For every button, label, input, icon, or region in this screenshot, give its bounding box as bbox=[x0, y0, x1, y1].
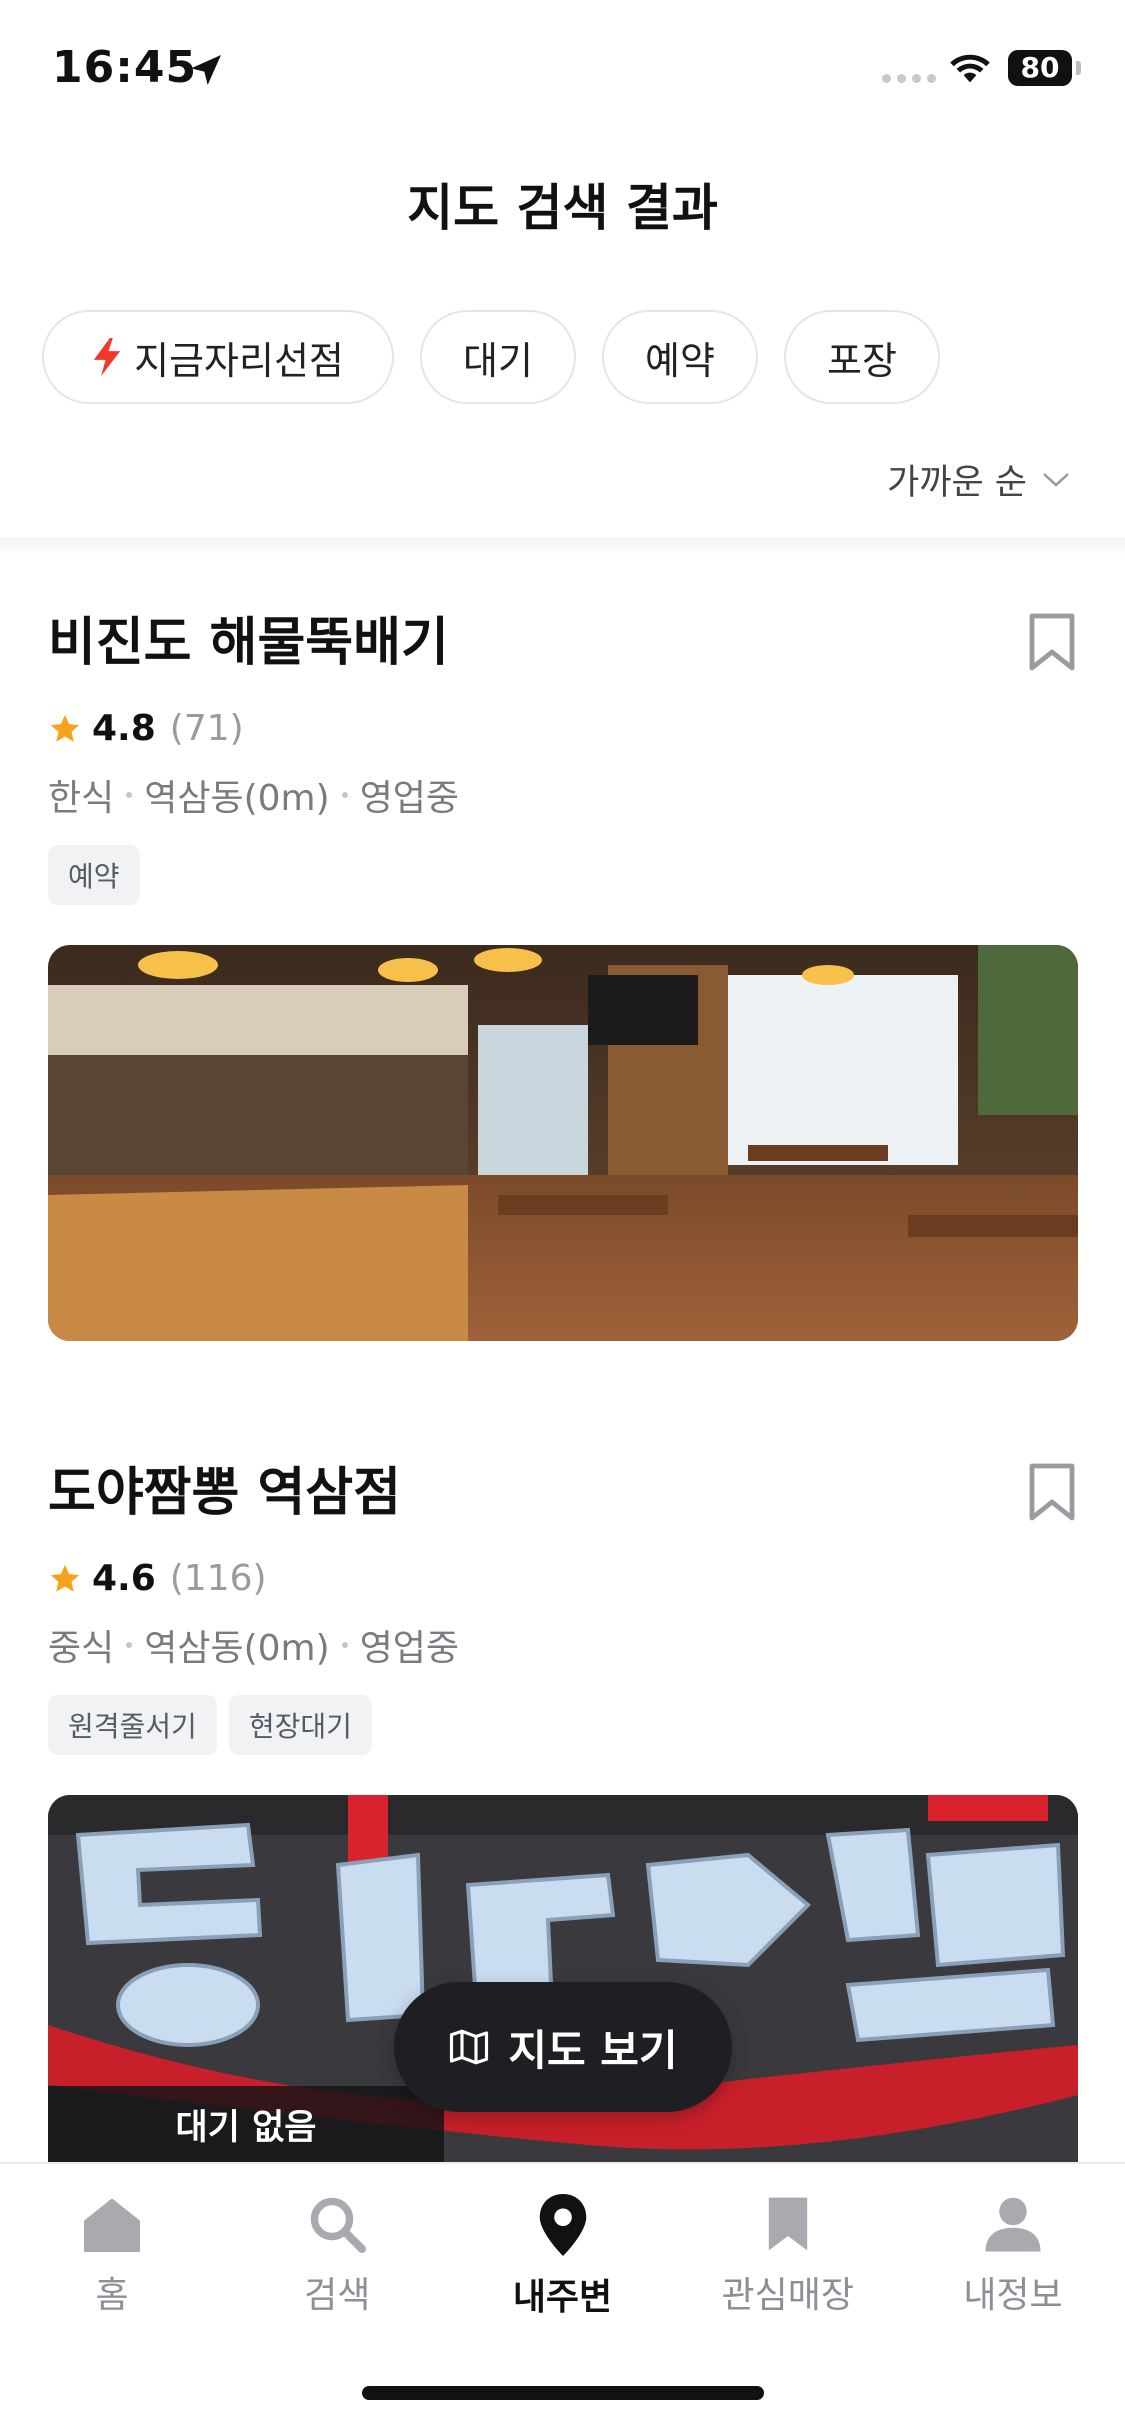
page-title: 지도 검색 결과 bbox=[407, 179, 718, 237]
filter-chip-reserve[interactable]: 예약 bbox=[602, 310, 758, 404]
bottom-navigation: 홈 검색 내주변 관심매장 내정보 bbox=[0, 2162, 1125, 2436]
filter-chip-pack[interactable]: 포장 bbox=[784, 310, 940, 404]
separator-dot bbox=[126, 1642, 133, 1648]
wait-status-badge: 대기 없음 bbox=[48, 2086, 444, 2162]
restaurant-location: 역삼동(0m) bbox=[144, 1628, 330, 1669]
restaurant-photo[interactable] bbox=[48, 945, 1078, 1341]
nav-item-search[interactable]: 검색 bbox=[247, 2194, 427, 2320]
location-pin-icon bbox=[539, 2194, 586, 2256]
separator-dot bbox=[341, 792, 348, 798]
restaurant-card[interactable]: 비진도 해물뚝배기 4.8 (71) 한식 역삼동(0m) 영업중 예약 bbox=[48, 608, 1078, 1341]
battery-tip bbox=[1076, 61, 1081, 75]
person-icon bbox=[985, 2197, 1041, 2252]
bookmark-icon[interactable] bbox=[1026, 612, 1078, 674]
restaurant-meta: 중식 역삼동(0m) 영업중 bbox=[48, 1619, 1078, 1671]
cellular-signal-icon bbox=[882, 74, 936, 83]
bookmark-icon bbox=[768, 2197, 807, 2251]
status-time: 16:45 bbox=[52, 42, 198, 93]
restaurant-meta: 한식 역삼동(0m) 영업중 bbox=[48, 769, 1078, 821]
filter-chip-now-seat[interactable]: 지금자리선점 bbox=[42, 310, 394, 404]
nav-item-nearby[interactable]: 내주변 bbox=[473, 2194, 653, 2320]
star-icon bbox=[50, 714, 80, 742]
view-map-button[interactable]: 지도 보기 bbox=[394, 1982, 732, 2112]
service-tag: 원격줄서기 bbox=[48, 1695, 217, 1755]
restaurant-interior-image bbox=[48, 945, 1078, 1341]
restaurant-name: 비진도 해물뚝배기 bbox=[48, 613, 449, 673]
chevron-down-icon bbox=[1043, 472, 1069, 487]
nav-item-favorites[interactable]: 관심매장 bbox=[698, 2194, 878, 2320]
separator-dot bbox=[341, 1642, 348, 1648]
restaurant-category: 중식 bbox=[48, 1628, 115, 1669]
restaurant-location: 역삼동(0m) bbox=[144, 778, 330, 819]
review-count: (116) bbox=[169, 1558, 267, 1599]
status-bar: 16:45 80 bbox=[0, 0, 1125, 135]
nav-label: 내주변 bbox=[512, 2277, 613, 2318]
restaurant-name: 도야짬뽕 역삼점 bbox=[48, 1463, 401, 1523]
map-icon bbox=[450, 2029, 489, 2065]
view-map-label: 지도 보기 bbox=[508, 2025, 678, 2075]
filter-chip-label: 포장 bbox=[827, 338, 897, 383]
rating-value: 4.6 bbox=[92, 1558, 156, 1599]
battery-indicator: 80 bbox=[1008, 50, 1072, 86]
rating-row: 4.6 (116) bbox=[48, 1558, 1078, 1599]
restaurant-category: 한식 bbox=[48, 778, 115, 819]
filter-chip-label: 지금자리선점 bbox=[134, 338, 344, 383]
section-divider bbox=[0, 538, 1125, 556]
lightning-icon bbox=[93, 338, 121, 376]
bookmark-icon[interactable] bbox=[1026, 1462, 1078, 1524]
sort-dropdown[interactable]: 가까운 순 bbox=[887, 454, 1071, 505]
nav-item-profile[interactable]: 내정보 bbox=[923, 2194, 1103, 2320]
service-tag: 예약 bbox=[48, 845, 140, 905]
location-arrow-icon bbox=[191, 55, 221, 85]
service-tags: 원격줄서기 현장대기 bbox=[48, 1695, 1078, 1755]
filter-chip-label: 대기 bbox=[463, 338, 533, 383]
star-icon bbox=[50, 1564, 80, 1592]
home-indicator bbox=[362, 2386, 764, 2400]
wifi-icon bbox=[950, 54, 990, 83]
nav-label: 내정보 bbox=[963, 2275, 1063, 2316]
home-icon bbox=[84, 2198, 140, 2252]
separator-dot bbox=[126, 792, 133, 798]
review-count: (71) bbox=[169, 708, 244, 749]
nav-label: 관심매장 bbox=[721, 2275, 854, 2316]
search-icon bbox=[311, 2197, 367, 2253]
rating-row: 4.8 (71) bbox=[48, 708, 1078, 749]
service-tags: 예약 bbox=[48, 845, 1078, 905]
restaurant-status: 영업중 bbox=[359, 1628, 460, 1669]
sort-label: 가까운 순 bbox=[887, 463, 1027, 503]
filter-chips: 지금자리선점 대기 예약 포장 bbox=[42, 310, 940, 404]
service-tag: 현장대기 bbox=[228, 1695, 372, 1755]
nav-label: 홈 bbox=[95, 2275, 129, 2316]
filter-chip-wait[interactable]: 대기 bbox=[420, 310, 576, 404]
nav-label: 검색 bbox=[304, 2275, 371, 2316]
nav-item-home[interactable]: 홈 bbox=[22, 2194, 202, 2320]
rating-value: 4.8 bbox=[92, 708, 156, 749]
restaurant-status: 영업중 bbox=[359, 778, 460, 819]
filter-chip-label: 예약 bbox=[645, 338, 715, 383]
